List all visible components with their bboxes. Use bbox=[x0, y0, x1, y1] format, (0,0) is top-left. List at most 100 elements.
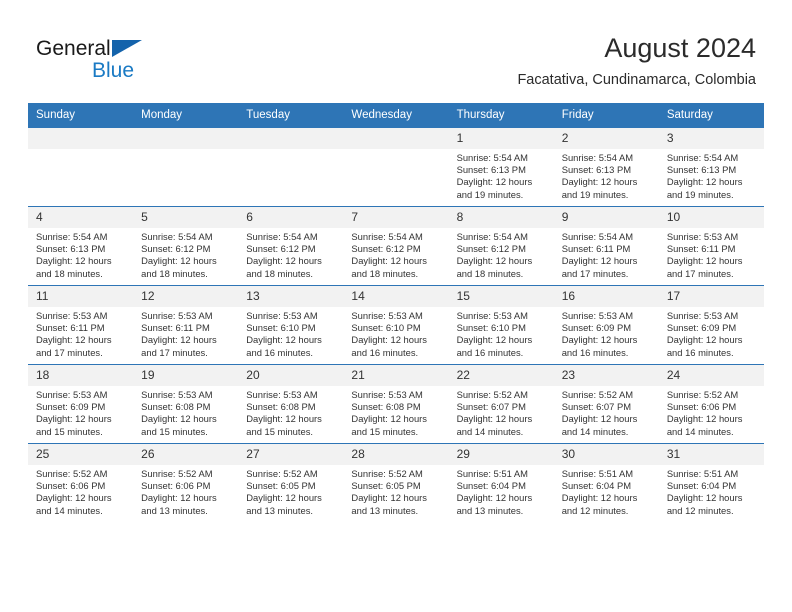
daylight-duration-line2: and 16 minutes. bbox=[456, 346, 524, 358]
sunrise-time: Sunrise: 5:53 AM bbox=[351, 389, 423, 400]
calendar-day-cell[interactable]: 27 Sunrise: 5:52 AM Sunset: 6:05 PM Dayligh… bbox=[238, 443, 344, 522]
calendar-day-cell[interactable]: 30 Sunrise: 5:51 AM Sunset: 6:04 PM Dayligh… bbox=[553, 443, 659, 522]
day-number: 7 bbox=[343, 207, 449, 228]
sunset-time: Sunset: 6:13 PM bbox=[666, 164, 737, 176]
sunrise-time: Sunrise: 5:51 AM bbox=[456, 468, 528, 479]
daylight-duration-line2: and 14 minutes. bbox=[666, 425, 734, 437]
day-info: Sunrise: 5:54 AM Sunset: 6:11 PM Daylight:… bbox=[554, 228, 659, 280]
calendar-day-cell[interactable]: 4 Sunrise: 5:54 AM Sunset: 6:13 PM Daylight… bbox=[28, 206, 134, 286]
weekday-header-wednesday: Wednesday bbox=[343, 103, 449, 128]
day-info: Sunrise: 5:52 AM Sunset: 6:06 PM Daylight:… bbox=[659, 386, 764, 438]
daylight-duration-line2: and 12 minutes. bbox=[666, 504, 734, 516]
calendar-day-cell[interactable]: 12 Sunrise: 5:53 AM Sunset: 6:11 PM Dayligh… bbox=[133, 285, 239, 365]
day-number bbox=[28, 128, 134, 149]
day-info: Sunrise: 5:54 AM Sunset: 6:13 PM Daylight:… bbox=[659, 149, 764, 201]
daylight-duration-line2: and 15 minutes. bbox=[246, 425, 313, 437]
calendar-day-cell[interactable]: 6 Sunrise: 5:54 AM Sunset: 6:12 PM Daylight… bbox=[238, 206, 344, 286]
calendar-day-cell[interactable]: 14 Sunrise: 5:53 AM Sunset: 6:10 PM Dayligh… bbox=[343, 285, 449, 365]
day-number: 29 bbox=[448, 444, 554, 465]
calendar-day-cell[interactable]: 21 Sunrise: 5:53 AM Sunset: 6:08 PM Dayligh… bbox=[343, 364, 449, 444]
calendar-day-cell[interactable]: 20 Sunrise: 5:53 AM Sunset: 6:08 PM Dayligh… bbox=[238, 364, 344, 444]
daylight-duration-line1: Daylight: 12 hours bbox=[666, 413, 743, 425]
calendar-day-cell[interactable]: 2 Sunrise: 5:54 AM Sunset: 6:13 PM Daylight… bbox=[553, 127, 659, 207]
sunrise-sunset-calendar: Sunday Monday Tuesday Wednesday Thursday… bbox=[28, 103, 764, 522]
day-info: Sunrise: 5:53 AM Sunset: 6:09 PM Daylight:… bbox=[554, 307, 659, 359]
calendar-day-cell[interactable]: 29 Sunrise: 5:51 AM Sunset: 6:04 PM Dayligh… bbox=[448, 443, 554, 522]
daylight-duration-line2: and 13 minutes. bbox=[246, 504, 313, 516]
calendar-day-cell[interactable]: 24 Sunrise: 5:52 AM Sunset: 6:06 PM Dayligh… bbox=[658, 364, 764, 444]
calendar-day-cell[interactable]: 15 Sunrise: 5:53 AM Sunset: 6:10 PM Dayligh… bbox=[448, 285, 554, 365]
sunset-time: Sunset: 6:12 PM bbox=[456, 243, 526, 255]
sunrise-time: Sunrise: 5:54 AM bbox=[246, 231, 318, 242]
daylight-duration-line1: Daylight: 12 hours bbox=[36, 492, 112, 504]
day-number: 13 bbox=[238, 286, 344, 307]
calendar-day-cell[interactable]: 3 Sunrise: 5:54 AM Sunset: 6:13 PM Daylight… bbox=[658, 127, 764, 207]
calendar-day-cell[interactable]: 23 Sunrise: 5:52 AM Sunset: 6:07 PM Dayligh… bbox=[553, 364, 659, 444]
day-number: 1 bbox=[448, 128, 554, 149]
daylight-duration-line1: Daylight: 12 hours bbox=[36, 413, 112, 425]
calendar-day-cell[interactable]: 18 Sunrise: 5:53 AM Sunset: 6:09 PM Dayligh… bbox=[28, 364, 134, 444]
calendar-day-cell[interactable]: 1 Sunrise: 5:54 AM Sunset: 6:13 PM Daylight… bbox=[448, 127, 554, 207]
daylight-duration-line2: and 13 minutes. bbox=[351, 504, 419, 516]
sunset-time: Sunset: 6:06 PM bbox=[36, 480, 106, 492]
daylight-duration-line2: and 18 minutes. bbox=[456, 267, 524, 279]
sunset-time: Sunset: 6:13 PM bbox=[36, 243, 106, 255]
calendar-day-cell[interactable]: 11 Sunrise: 5:53 AM Sunset: 6:11 PM Dayligh… bbox=[28, 285, 134, 365]
calendar-day-cell[interactable]: 26 Sunrise: 5:52 AM Sunset: 6:06 PM Dayligh… bbox=[133, 443, 239, 522]
daylight-duration-line1: Daylight: 12 hours bbox=[141, 334, 217, 346]
calendar-day-cell[interactable]: 16 Sunrise: 5:53 AM Sunset: 6:09 PM Dayligh… bbox=[553, 285, 659, 365]
calendar-day-cell[interactable]: 8 Sunrise: 5:54 AM Sunset: 6:12 PM Daylight… bbox=[448, 206, 554, 286]
sunset-time: Sunset: 6:08 PM bbox=[141, 401, 211, 413]
calendar-day-cell[interactable]: 5 Sunrise: 5:54 AM Sunset: 6:12 PM Daylight… bbox=[133, 206, 239, 286]
sunset-time: Sunset: 6:08 PM bbox=[246, 401, 316, 413]
sunrise-time: Sunrise: 5:53 AM bbox=[36, 310, 108, 321]
daylight-duration-line1: Daylight: 12 hours bbox=[141, 413, 217, 425]
sunset-time: Sunset: 6:09 PM bbox=[666, 322, 737, 334]
daylight-duration-line1: Daylight: 12 hours bbox=[666, 492, 743, 504]
sunset-time: Sunset: 6:05 PM bbox=[246, 480, 316, 492]
daylight-duration-line1: Daylight: 12 hours bbox=[561, 176, 638, 188]
calendar-day-cell[interactable]: 28 Sunrise: 5:52 AM Sunset: 6:05 PM Dayligh… bbox=[343, 443, 449, 522]
sunrise-time: Sunrise: 5:52 AM bbox=[351, 468, 423, 479]
daylight-duration-line2: and 16 minutes. bbox=[561, 346, 629, 358]
sunrise-time: Sunrise: 5:51 AM bbox=[666, 468, 739, 479]
sunset-time: Sunset: 6:13 PM bbox=[561, 164, 632, 176]
day-info: Sunrise: 5:53 AM Sunset: 6:08 PM Daylight:… bbox=[133, 386, 238, 438]
daylight-duration-line1: Daylight: 12 hours bbox=[141, 492, 217, 504]
sunset-time: Sunset: 6:09 PM bbox=[561, 322, 632, 334]
day-info: Sunrise: 5:52 AM Sunset: 6:07 PM Daylight:… bbox=[449, 386, 554, 438]
sunrise-time: Sunrise: 5:54 AM bbox=[561, 152, 634, 163]
calendar-day-cell[interactable]: 13 Sunrise: 5:53 AM Sunset: 6:10 PM Dayligh… bbox=[238, 285, 344, 365]
calendar-day-cell[interactable]: 17 Sunrise: 5:53 AM Sunset: 6:09 PM Dayligh… bbox=[658, 285, 764, 365]
sunset-time: Sunset: 6:04 PM bbox=[456, 480, 526, 492]
daylight-duration-line1: Daylight: 12 hours bbox=[246, 492, 322, 504]
sunset-time: Sunset: 6:09 PM bbox=[36, 401, 106, 413]
calendar-day-cell[interactable]: 19 Sunrise: 5:53 AM Sunset: 6:08 PM Dayligh… bbox=[133, 364, 239, 444]
day-info: Sunrise: 5:54 AM Sunset: 6:13 PM Daylight:… bbox=[28, 228, 133, 280]
daylight-duration-line1: Daylight: 12 hours bbox=[141, 255, 217, 267]
daylight-duration-line1: Daylight: 12 hours bbox=[561, 492, 638, 504]
calendar-day-cell[interactable]: 25 Sunrise: 5:52 AM Sunset: 6:06 PM Dayligh… bbox=[28, 443, 134, 522]
day-info: Sunrise: 5:54 AM Sunset: 6:12 PM Daylight:… bbox=[133, 228, 238, 280]
day-number: 14 bbox=[343, 286, 449, 307]
day-info: Sunrise: 5:52 AM Sunset: 6:05 PM Daylight:… bbox=[238, 465, 343, 517]
daylight-duration-line2: and 19 minutes. bbox=[456, 188, 524, 200]
sunset-time: Sunset: 6:11 PM bbox=[141, 322, 210, 334]
sunrise-time: Sunrise: 5:53 AM bbox=[456, 310, 528, 321]
sunrise-time: Sunrise: 5:54 AM bbox=[456, 231, 528, 242]
calendar-day-cell[interactable]: 31 Sunrise: 5:51 AM Sunset: 6:04 PM Dayligh… bbox=[658, 443, 764, 522]
sunrise-time: Sunrise: 5:54 AM bbox=[141, 231, 213, 242]
logo-text-blue: Blue bbox=[92, 59, 135, 82]
sunrise-time: Sunrise: 5:52 AM bbox=[456, 389, 528, 400]
calendar-day-cell[interactable]: 7 Sunrise: 5:54 AM Sunset: 6:12 PM Daylight… bbox=[343, 206, 449, 286]
calendar-week-row: 11 Sunrise: 5:53 AM Sunset: 6:11 PM Dayligh… bbox=[28, 285, 764, 365]
day-number: 6 bbox=[238, 207, 344, 228]
calendar-day-cell[interactable]: 9 Sunrise: 5:54 AM Sunset: 6:11 PM Daylight… bbox=[553, 206, 659, 286]
sunrise-time: Sunrise: 5:52 AM bbox=[246, 468, 318, 479]
day-number: 8 bbox=[448, 207, 554, 228]
calendar-day-cell[interactable]: 10 Sunrise: 5:53 AM Sunset: 6:11 PM Dayligh… bbox=[658, 206, 764, 286]
calendar-day-cell[interactable]: 22 Sunrise: 5:52 AM Sunset: 6:07 PM Dayligh… bbox=[448, 364, 554, 444]
sunrise-time: Sunrise: 5:53 AM bbox=[561, 310, 634, 321]
calendar-week-row: 18 Sunrise: 5:53 AM Sunset: 6:09 PM Dayligh… bbox=[28, 364, 764, 444]
sunrise-time: Sunrise: 5:52 AM bbox=[36, 468, 108, 479]
